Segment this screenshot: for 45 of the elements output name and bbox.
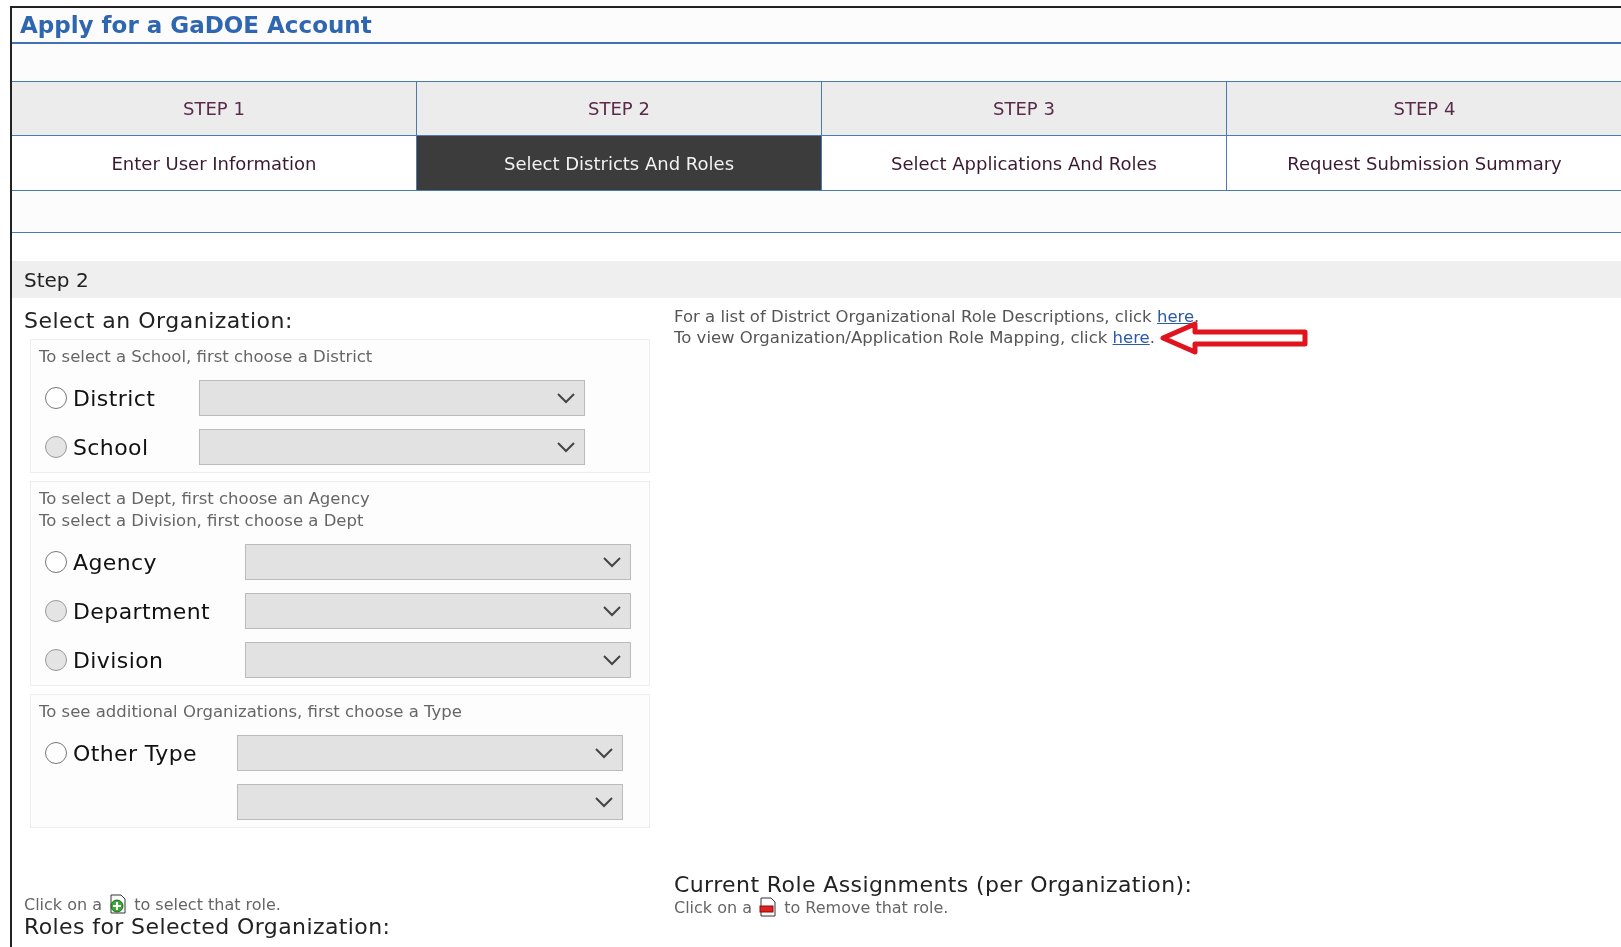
option-label: Other Type <box>73 740 197 766</box>
hint-text: To select a Dept, first choose an Agency <box>39 488 371 510</box>
step-header: STEP 3 <box>822 81 1226 136</box>
remove-document-icon <box>759 897 778 917</box>
add-document-icon <box>109 894 128 914</box>
chevron-icon <box>602 556 622 568</box>
step-header: STEP 1 <box>12 81 416 136</box>
help-text: To view Organization/Application Role Mapping, click here. <box>674 328 1155 347</box>
dropdown[interactable] <box>245 593 631 629</box>
radio-button[interactable] <box>45 387 67 409</box>
chevron-icon <box>594 796 614 808</box>
step-header: STEP 4 <box>1227 81 1621 136</box>
section-heading: Current Role Assignments (per Organization): <box>674 872 1193 897</box>
hint-text: To select a Division, first choose a Dept <box>39 510 365 532</box>
step-tab[interactable]: Select Districts And Roles <box>417 136 821 191</box>
section-heading: Select an Organization: <box>24 308 294 333</box>
hint-text: To see additional Organizations, first choose a Type <box>39 701 463 723</box>
chevron-icon <box>602 654 622 666</box>
radio-button[interactable] <box>45 742 67 764</box>
chevron-icon <box>602 605 622 617</box>
chevron-icon <box>594 747 614 759</box>
window-title: Apply for a GaDOE Account <box>20 12 372 38</box>
chevron-icon <box>556 392 576 404</box>
section-heading: Roles for Selected Organization: <box>24 914 392 939</box>
radio-button[interactable] <box>45 551 67 573</box>
option-label: Agency <box>73 549 157 575</box>
help-text: For a list of District Organizational Role Descriptions, click here. <box>674 307 1200 326</box>
hint-text: Click on a to select that role. <box>24 894 282 914</box>
dropdown[interactable] <box>245 642 631 678</box>
option-label: School <box>73 434 149 460</box>
here-link[interactable]: here <box>1112 328 1150 347</box>
here-link[interactable]: here <box>1156 307 1195 326</box>
section-title: Step 2 <box>24 267 89 292</box>
step-header: STEP 2 <box>417 81 821 136</box>
dropdown[interactable] <box>199 380 585 416</box>
hint-text: To select a School, first choose a District <box>39 346 374 368</box>
dropdown[interactable] <box>199 429 585 465</box>
dropdown[interactable] <box>237 784 623 820</box>
option-label: Division <box>73 647 164 673</box>
hint-text: Click on a to Remove that role. <box>674 897 950 917</box>
option-label: District <box>73 385 156 411</box>
dropdown[interactable] <box>237 735 623 771</box>
option-label: Department <box>73 598 211 624</box>
chevron-icon <box>556 441 576 453</box>
dropdown[interactable] <box>245 544 631 580</box>
